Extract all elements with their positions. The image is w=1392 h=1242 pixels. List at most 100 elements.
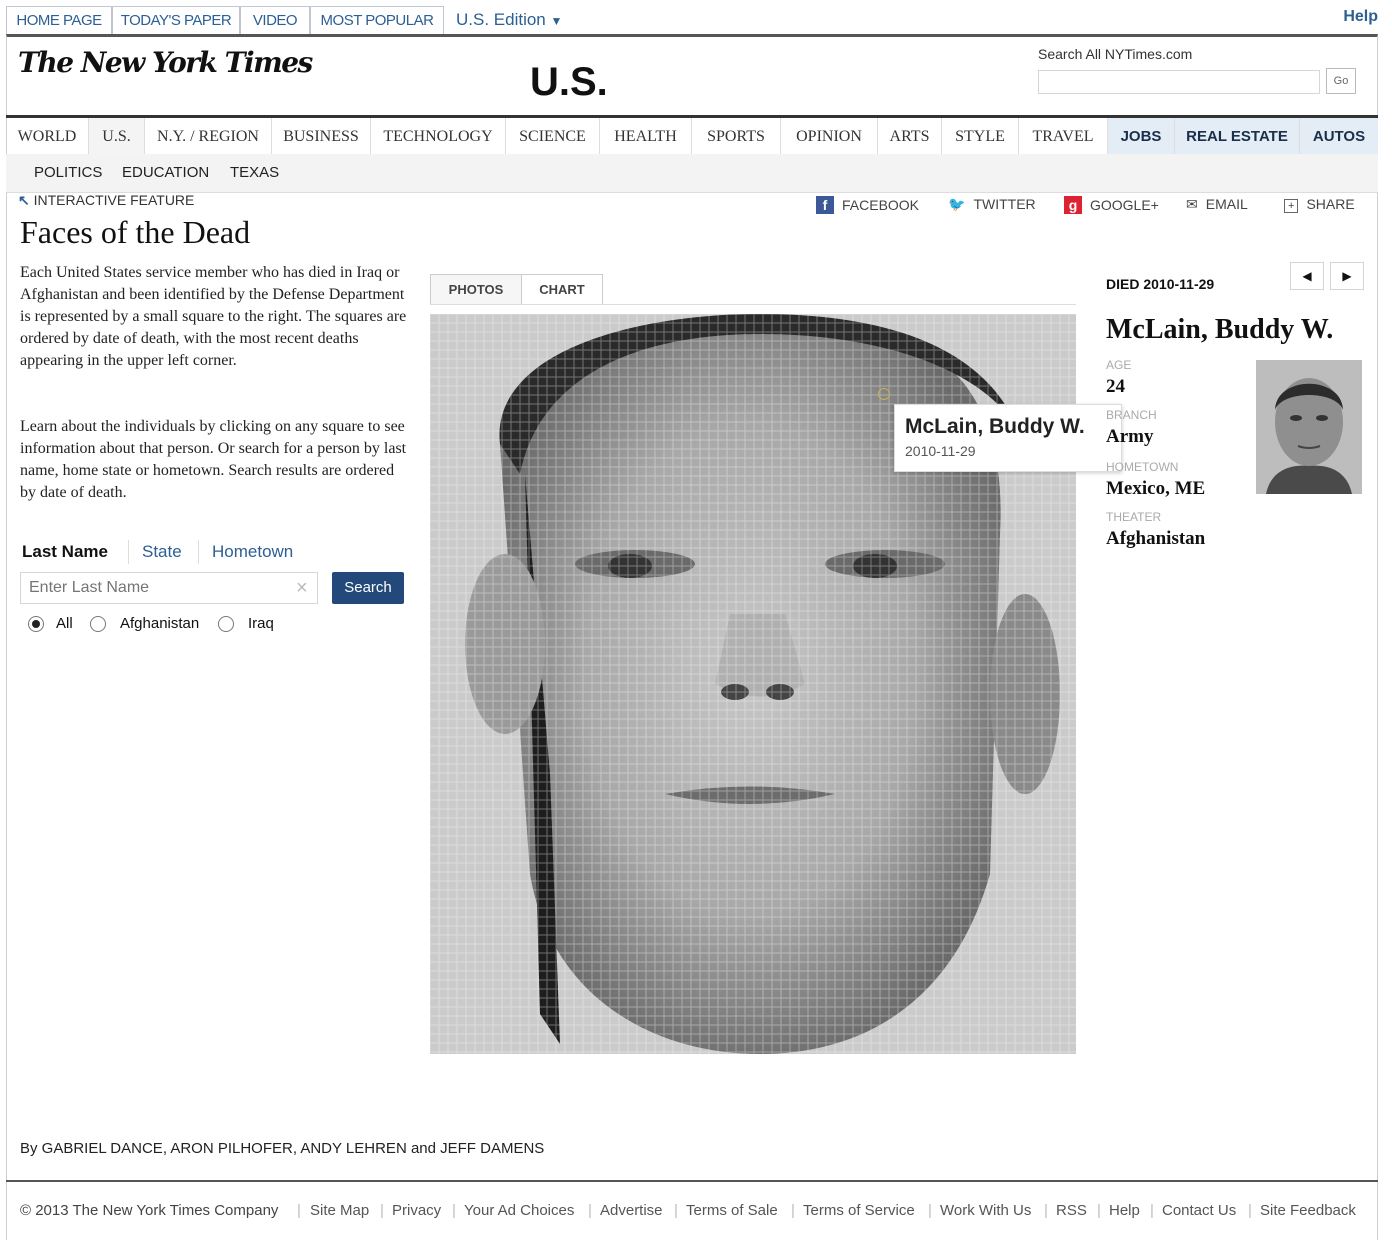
footer-terms-of-service[interactable]: Terms of Service [803, 1202, 915, 1219]
tooltip-name: McLain, Buddy W. [905, 415, 1085, 438]
portrait-image [1256, 360, 1362, 494]
edition-selector[interactable]: U.S. Edition ▼ [456, 10, 562, 30]
nav-science[interactable]: SCIENCE [506, 118, 600, 156]
nav-real-estate[interactable]: REAL ESTATE [1175, 118, 1300, 156]
next-button[interactable]: ▶ [1330, 262, 1364, 290]
subnav-texas[interactable]: TEXAS [230, 164, 279, 181]
arrow-left-icon: ◀ [1302, 269, 1312, 283]
google-label: GOOGLE+ [1090, 197, 1159, 213]
tab-chart[interactable]: CHART [521, 274, 603, 305]
footer-site-map[interactable]: Site Map [310, 1202, 369, 1219]
share-google[interactable]: g GOOGLE+ [1064, 196, 1159, 214]
footer-separator: | [1097, 1202, 1101, 1219]
site-search-go-button[interactable]: Go [1326, 68, 1356, 94]
subnav-education[interactable]: EDUCATION [122, 164, 209, 181]
branch-label: BRANCH [1106, 408, 1157, 422]
share-facebook[interactable]: f FACEBOOK [816, 196, 919, 214]
site-search-input[interactable] [1038, 70, 1320, 94]
share-label: SHARE [1306, 196, 1355, 212]
nav-travel[interactable]: TRAVEL [1019, 118, 1108, 156]
tab-photos[interactable]: PHOTOS [430, 274, 522, 305]
intro-paragraph-2: Learn about the individuals by clicking … [20, 418, 407, 501]
profile-photo [1256, 360, 1362, 494]
arrow-up-left-icon: ↖ [18, 192, 30, 208]
tab-video[interactable]: VIDEO [240, 6, 310, 35]
radio-selected-icon [28, 616, 44, 632]
hover-marker-icon [878, 388, 890, 400]
nav-world[interactable]: WORLD [6, 118, 89, 156]
nav-health[interactable]: HEALTH [600, 118, 692, 156]
previous-button[interactable]: ◀ [1290, 262, 1324, 290]
share-twitter[interactable]: 🐦 TWITTER [948, 196, 1036, 213]
search-button[interactable]: Search [332, 572, 404, 604]
headline: Faces of the Dead [20, 214, 251, 250]
nav-business[interactable]: BUSINESS [272, 118, 371, 156]
share-icon: + [1284, 199, 1299, 213]
nav-autos[interactable]: AUTOS [1300, 118, 1378, 156]
footer-separator: | [791, 1202, 795, 1219]
footer-help[interactable]: Help [1109, 1202, 1140, 1219]
subnav-politics[interactable]: POLITICS [34, 164, 102, 181]
kicker-label: INTERACTIVE FEATURE [33, 192, 195, 208]
nav-arts[interactable]: ARTS [878, 118, 942, 156]
tab-most-popular[interactable]: MOST POPULAR [310, 6, 444, 35]
divider [128, 540, 129, 564]
share-email[interactable]: ✉ EMAIL [1186, 196, 1248, 213]
facebook-icon: f [816, 196, 834, 214]
tab-todays-paper[interactable]: TODAY'S PAPER [112, 6, 240, 35]
profile-name: McLain, Buddy W. [1106, 314, 1334, 345]
nav-ny-region[interactable]: N.Y. / REGION [145, 118, 272, 156]
theater-label: THEATER [1106, 510, 1162, 524]
footer-terms-of-sale[interactable]: Terms of Sale [686, 1202, 778, 1219]
kicker[interactable]: ↖ INTERACTIVE FEATURE [18, 192, 194, 209]
age-label: AGE [1106, 358, 1132, 372]
nav-jobs[interactable]: JOBS [1108, 118, 1175, 156]
radio-iraq[interactable]: Iraq [218, 614, 288, 634]
footer-privacy[interactable]: Privacy [392, 1202, 441, 1219]
search-tab-hometown[interactable]: Hometown [212, 542, 293, 562]
footer-separator: | [1248, 1202, 1252, 1219]
footer-site-feedback[interactable]: Site Feedback [1260, 1202, 1356, 1219]
byline: By GABRIEL DANCE, ARON PILHOFER, ANDY LE… [20, 1140, 545, 1157]
footer-copyright: © 2013 The New York Times Company [20, 1202, 279, 1219]
nyt-logo[interactable]: The New York Times [18, 46, 313, 79]
nav-sports[interactable]: SPORTS [692, 118, 781, 156]
nav-style[interactable]: STYLE [942, 118, 1019, 156]
divider [198, 540, 199, 564]
search-tab-last-name[interactable]: Last Name [22, 542, 108, 562]
footer-work-with-us[interactable]: Work With Us [940, 1202, 1031, 1219]
clear-icon[interactable]: × [296, 577, 308, 600]
nav-opinion[interactable]: OPINION [781, 118, 878, 156]
tab-home-page[interactable]: HOME PAGE [6, 6, 112, 35]
footer-separator: | [1044, 1202, 1048, 1219]
envelope-icon: ✉ [1186, 196, 1198, 212]
radio-all-label: All [56, 615, 73, 632]
tooltip: McLain, Buddy W. 2010-11-29 [894, 404, 1122, 472]
footer-ad-choices[interactable]: Your Ad Choices [464, 1202, 574, 1219]
sub-nav: POLITICS EDUCATION TEXAS [6, 154, 1378, 193]
google-plus-icon: g [1064, 196, 1082, 214]
search-tab-state[interactable]: State [142, 542, 182, 562]
nav-technology[interactable]: TECHNOLOGY [371, 118, 506, 156]
branch-value: Army [1106, 426, 1154, 447]
radio-afghanistan[interactable]: Afghanistan [90, 614, 210, 634]
radio-iraq-label: Iraq [248, 615, 274, 632]
footer-rss[interactable]: RSS [1056, 1202, 1087, 1219]
nav-us[interactable]: U.S. [89, 118, 145, 156]
age-value: 24 [1106, 376, 1125, 397]
help-link[interactable]: Help [1343, 8, 1378, 26]
hometown-value: Mexico, ME [1106, 478, 1206, 499]
footer-contact-us[interactable]: Contact Us [1162, 1202, 1236, 1219]
last-name-input[interactable] [20, 572, 318, 604]
footer-advertise[interactable]: Advertise [600, 1202, 663, 1219]
chevron-down-icon: ▼ [550, 14, 563, 28]
site-search-label: Search All NYTimes.com [1038, 46, 1193, 62]
twitter-icon: 🐦 [948, 196, 966, 212]
hometown-label: HOMETOWN [1106, 460, 1179, 474]
footer-separator: | [928, 1202, 932, 1219]
footer-separator: | [297, 1202, 301, 1219]
tab-underline [430, 304, 1076, 305]
share-more[interactable]: + SHARE [1284, 196, 1355, 213]
arrow-right-icon: ▶ [1342, 269, 1352, 283]
footer-separator: | [452, 1202, 456, 1219]
